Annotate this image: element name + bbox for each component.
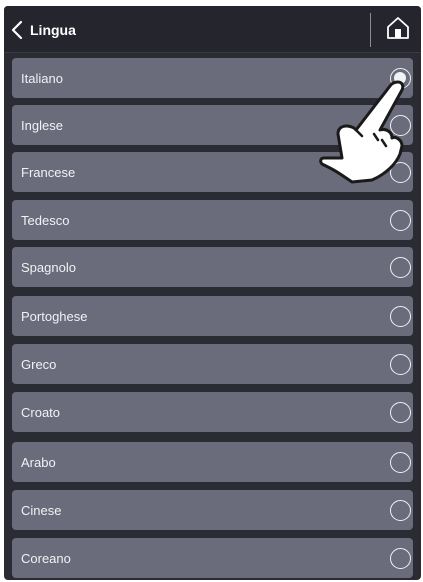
language-option-inglese[interactable]: Inglese <box>12 105 413 145</box>
language-label: Croato <box>21 405 61 420</box>
home-icon <box>385 15 411 46</box>
language-label: Cinese <box>21 503 62 518</box>
radio-icon[interactable] <box>390 115 411 136</box>
language-option-spagnolo[interactable]: Spagnolo <box>12 247 413 287</box>
home-button[interactable] <box>382 14 414 46</box>
language-screen: Lingua Italiano Inglese Francese Tedesco… <box>4 6 421 580</box>
radio-icon[interactable] <box>390 210 411 231</box>
chevron-left-icon <box>10 20 24 40</box>
language-label: Arabo <box>21 455 56 470</box>
page-title: Lingua <box>30 22 76 38</box>
radio-icon[interactable] <box>390 354 411 375</box>
language-option-cinese[interactable]: Cinese <box>12 490 413 530</box>
radio-icon[interactable] <box>390 548 411 569</box>
language-label: Spagnolo <box>21 260 76 275</box>
radio-icon[interactable] <box>390 306 411 327</box>
language-option-tedesco[interactable]: Tedesco <box>12 200 413 240</box>
language-label: Greco <box>21 357 57 372</box>
radio-selected-icon[interactable] <box>390 68 411 89</box>
radio-icon[interactable] <box>390 402 411 423</box>
header-bar: Lingua <box>4 6 421 53</box>
radio-icon[interactable] <box>390 162 411 183</box>
language-label: Tedesco <box>21 213 70 228</box>
radio-icon[interactable] <box>390 452 411 473</box>
language-option-portoghese[interactable]: Portoghese <box>12 296 413 336</box>
language-option-arabo[interactable]: Arabo <box>12 442 413 482</box>
language-option-coreano[interactable]: Coreano <box>12 538 413 578</box>
header-divider <box>370 13 371 47</box>
language-label: Portoghese <box>21 309 88 324</box>
language-option-croato[interactable]: Croato <box>12 392 413 432</box>
language-option-greco[interactable]: Greco <box>12 344 413 384</box>
back-button[interactable]: Lingua <box>10 12 76 48</box>
language-label: Italiano <box>21 71 63 86</box>
radio-icon[interactable] <box>390 257 411 278</box>
language-label: Coreano <box>21 551 71 566</box>
radio-icon[interactable] <box>390 500 411 521</box>
language-option-italiano[interactable]: Italiano <box>12 58 413 98</box>
language-option-francese[interactable]: Francese <box>12 152 413 192</box>
language-label: Inglese <box>21 118 63 133</box>
language-label: Francese <box>21 165 76 180</box>
